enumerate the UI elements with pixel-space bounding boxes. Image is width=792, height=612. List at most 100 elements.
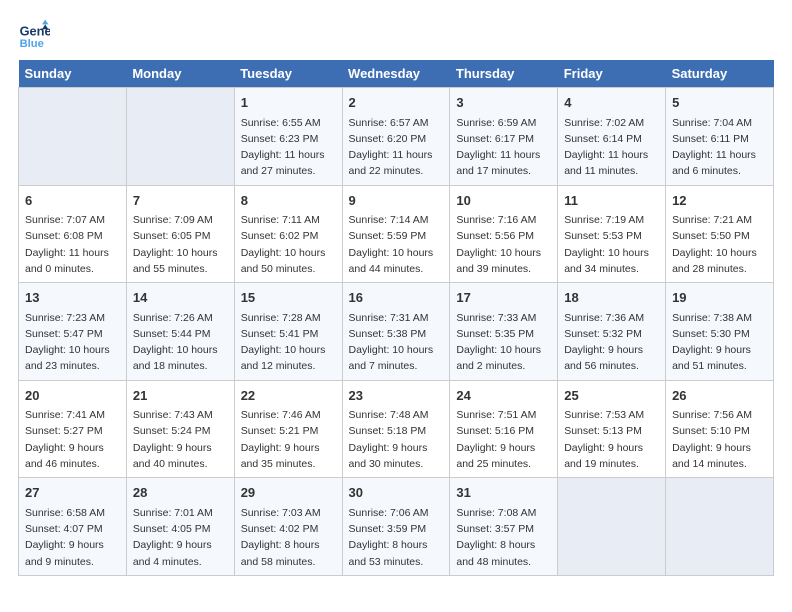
- weekday-header: Friday: [558, 60, 666, 88]
- calendar-cell: 23Sunrise: 7:48 AM Sunset: 5:18 PM Dayli…: [342, 380, 450, 478]
- weekday-header: Saturday: [666, 60, 774, 88]
- day-detail: Sunrise: 7:09 AM Sunset: 6:05 PM Dayligh…: [133, 212, 228, 277]
- day-number: 5: [672, 93, 767, 113]
- day-number: 18: [564, 288, 659, 308]
- day-detail: Sunrise: 7:33 AM Sunset: 5:35 PM Dayligh…: [456, 310, 551, 375]
- day-number: 12: [672, 191, 767, 211]
- day-number: 7: [133, 191, 228, 211]
- day-detail: Sunrise: 7:43 AM Sunset: 5:24 PM Dayligh…: [133, 407, 228, 472]
- calendar-table: SundayMondayTuesdayWednesdayThursdayFrid…: [18, 60, 774, 576]
- calendar-week-row: 1Sunrise: 6:55 AM Sunset: 6:23 PM Daylig…: [19, 88, 774, 186]
- day-number: 26: [672, 386, 767, 406]
- day-detail: Sunrise: 7:46 AM Sunset: 5:21 PM Dayligh…: [241, 407, 336, 472]
- day-number: 14: [133, 288, 228, 308]
- day-number: 15: [241, 288, 336, 308]
- calendar-cell: 14Sunrise: 7:26 AM Sunset: 5:44 PM Dayli…: [126, 283, 234, 381]
- weekday-header: Sunday: [19, 60, 127, 88]
- day-detail: Sunrise: 6:59 AM Sunset: 6:17 PM Dayligh…: [456, 115, 551, 180]
- weekday-header: Wednesday: [342, 60, 450, 88]
- calendar-cell: [666, 478, 774, 576]
- calendar-cell: 19Sunrise: 7:38 AM Sunset: 5:30 PM Dayli…: [666, 283, 774, 381]
- calendar-cell: 18Sunrise: 7:36 AM Sunset: 5:32 PM Dayli…: [558, 283, 666, 381]
- day-detail: Sunrise: 7:02 AM Sunset: 6:14 PM Dayligh…: [564, 115, 659, 180]
- calendar-cell: 16Sunrise: 7:31 AM Sunset: 5:38 PM Dayli…: [342, 283, 450, 381]
- day-detail: Sunrise: 7:31 AM Sunset: 5:38 PM Dayligh…: [349, 310, 444, 375]
- day-detail: Sunrise: 7:16 AM Sunset: 5:56 PM Dayligh…: [456, 212, 551, 277]
- day-detail: Sunrise: 7:01 AM Sunset: 4:05 PM Dayligh…: [133, 505, 228, 570]
- day-number: 30: [349, 483, 444, 503]
- calendar-cell: [19, 88, 127, 186]
- calendar-cell: 4Sunrise: 7:02 AM Sunset: 6:14 PM Daylig…: [558, 88, 666, 186]
- calendar-cell: 30Sunrise: 7:06 AM Sunset: 3:59 PM Dayli…: [342, 478, 450, 576]
- day-number: 11: [564, 191, 659, 211]
- day-detail: Sunrise: 7:06 AM Sunset: 3:59 PM Dayligh…: [349, 505, 444, 570]
- calendar-cell: 3Sunrise: 6:59 AM Sunset: 6:17 PM Daylig…: [450, 88, 558, 186]
- calendar-cell: 31Sunrise: 7:08 AM Sunset: 3:57 PM Dayli…: [450, 478, 558, 576]
- day-number: 10: [456, 191, 551, 211]
- day-detail: Sunrise: 7:53 AM Sunset: 5:13 PM Dayligh…: [564, 407, 659, 472]
- calendar-cell: [558, 478, 666, 576]
- logo-icon: General Blue: [18, 18, 50, 50]
- calendar-cell: 12Sunrise: 7:21 AM Sunset: 5:50 PM Dayli…: [666, 185, 774, 283]
- calendar-cell: 13Sunrise: 7:23 AM Sunset: 5:47 PM Dayli…: [19, 283, 127, 381]
- calendar-week-row: 6Sunrise: 7:07 AM Sunset: 6:08 PM Daylig…: [19, 185, 774, 283]
- page-header: General Blue: [18, 18, 774, 50]
- day-detail: Sunrise: 7:03 AM Sunset: 4:02 PM Dayligh…: [241, 505, 336, 570]
- calendar-cell: 8Sunrise: 7:11 AM Sunset: 6:02 PM Daylig…: [234, 185, 342, 283]
- calendar-cell: 27Sunrise: 6:58 AM Sunset: 4:07 PM Dayli…: [19, 478, 127, 576]
- day-number: 4: [564, 93, 659, 113]
- day-number: 23: [349, 386, 444, 406]
- logo: General Blue: [18, 18, 50, 50]
- calendar-cell: 6Sunrise: 7:07 AM Sunset: 6:08 PM Daylig…: [19, 185, 127, 283]
- weekday-header: Thursday: [450, 60, 558, 88]
- day-number: 13: [25, 288, 120, 308]
- day-number: 1: [241, 93, 336, 113]
- day-detail: Sunrise: 7:48 AM Sunset: 5:18 PM Dayligh…: [349, 407, 444, 472]
- day-detail: Sunrise: 7:23 AM Sunset: 5:47 PM Dayligh…: [25, 310, 120, 375]
- day-detail: Sunrise: 7:11 AM Sunset: 6:02 PM Dayligh…: [241, 212, 336, 277]
- day-detail: Sunrise: 7:04 AM Sunset: 6:11 PM Dayligh…: [672, 115, 767, 180]
- day-detail: Sunrise: 7:14 AM Sunset: 5:59 PM Dayligh…: [349, 212, 444, 277]
- calendar-cell: 22Sunrise: 7:46 AM Sunset: 5:21 PM Dayli…: [234, 380, 342, 478]
- day-number: 6: [25, 191, 120, 211]
- calendar-cell: 29Sunrise: 7:03 AM Sunset: 4:02 PM Dayli…: [234, 478, 342, 576]
- day-detail: Sunrise: 6:55 AM Sunset: 6:23 PM Dayligh…: [241, 115, 336, 180]
- day-number: 9: [349, 191, 444, 211]
- calendar-cell: 17Sunrise: 7:33 AM Sunset: 5:35 PM Dayli…: [450, 283, 558, 381]
- weekday-header-row: SundayMondayTuesdayWednesdayThursdayFrid…: [19, 60, 774, 88]
- calendar-week-row: 13Sunrise: 7:23 AM Sunset: 5:47 PM Dayli…: [19, 283, 774, 381]
- calendar-cell: 25Sunrise: 7:53 AM Sunset: 5:13 PM Dayli…: [558, 380, 666, 478]
- day-detail: Sunrise: 6:57 AM Sunset: 6:20 PM Dayligh…: [349, 115, 444, 180]
- day-detail: Sunrise: 7:07 AM Sunset: 6:08 PM Dayligh…: [25, 212, 120, 277]
- day-number: 2: [349, 93, 444, 113]
- calendar-cell: 21Sunrise: 7:43 AM Sunset: 5:24 PM Dayli…: [126, 380, 234, 478]
- calendar-cell: 26Sunrise: 7:56 AM Sunset: 5:10 PM Dayli…: [666, 380, 774, 478]
- calendar-cell: 1Sunrise: 6:55 AM Sunset: 6:23 PM Daylig…: [234, 88, 342, 186]
- calendar-cell: 7Sunrise: 7:09 AM Sunset: 6:05 PM Daylig…: [126, 185, 234, 283]
- day-detail: Sunrise: 7:38 AM Sunset: 5:30 PM Dayligh…: [672, 310, 767, 375]
- calendar-week-row: 20Sunrise: 7:41 AM Sunset: 5:27 PM Dayli…: [19, 380, 774, 478]
- calendar-cell: [126, 88, 234, 186]
- calendar-cell: 10Sunrise: 7:16 AM Sunset: 5:56 PM Dayli…: [450, 185, 558, 283]
- day-number: 21: [133, 386, 228, 406]
- day-number: 29: [241, 483, 336, 503]
- calendar-week-row: 27Sunrise: 6:58 AM Sunset: 4:07 PM Dayli…: [19, 478, 774, 576]
- day-number: 17: [456, 288, 551, 308]
- day-detail: Sunrise: 7:36 AM Sunset: 5:32 PM Dayligh…: [564, 310, 659, 375]
- day-number: 16: [349, 288, 444, 308]
- day-number: 19: [672, 288, 767, 308]
- day-detail: Sunrise: 7:41 AM Sunset: 5:27 PM Dayligh…: [25, 407, 120, 472]
- calendar-cell: 20Sunrise: 7:41 AM Sunset: 5:27 PM Dayli…: [19, 380, 127, 478]
- calendar-cell: 28Sunrise: 7:01 AM Sunset: 4:05 PM Dayli…: [126, 478, 234, 576]
- day-number: 22: [241, 386, 336, 406]
- svg-text:Blue: Blue: [20, 38, 44, 50]
- day-detail: Sunrise: 7:19 AM Sunset: 5:53 PM Dayligh…: [564, 212, 659, 277]
- weekday-header: Monday: [126, 60, 234, 88]
- day-detail: Sunrise: 7:08 AM Sunset: 3:57 PM Dayligh…: [456, 505, 551, 570]
- calendar-cell: 9Sunrise: 7:14 AM Sunset: 5:59 PM Daylig…: [342, 185, 450, 283]
- day-detail: Sunrise: 7:51 AM Sunset: 5:16 PM Dayligh…: [456, 407, 551, 472]
- day-number: 28: [133, 483, 228, 503]
- day-detail: Sunrise: 7:56 AM Sunset: 5:10 PM Dayligh…: [672, 407, 767, 472]
- day-number: 27: [25, 483, 120, 503]
- calendar-cell: 11Sunrise: 7:19 AM Sunset: 5:53 PM Dayli…: [558, 185, 666, 283]
